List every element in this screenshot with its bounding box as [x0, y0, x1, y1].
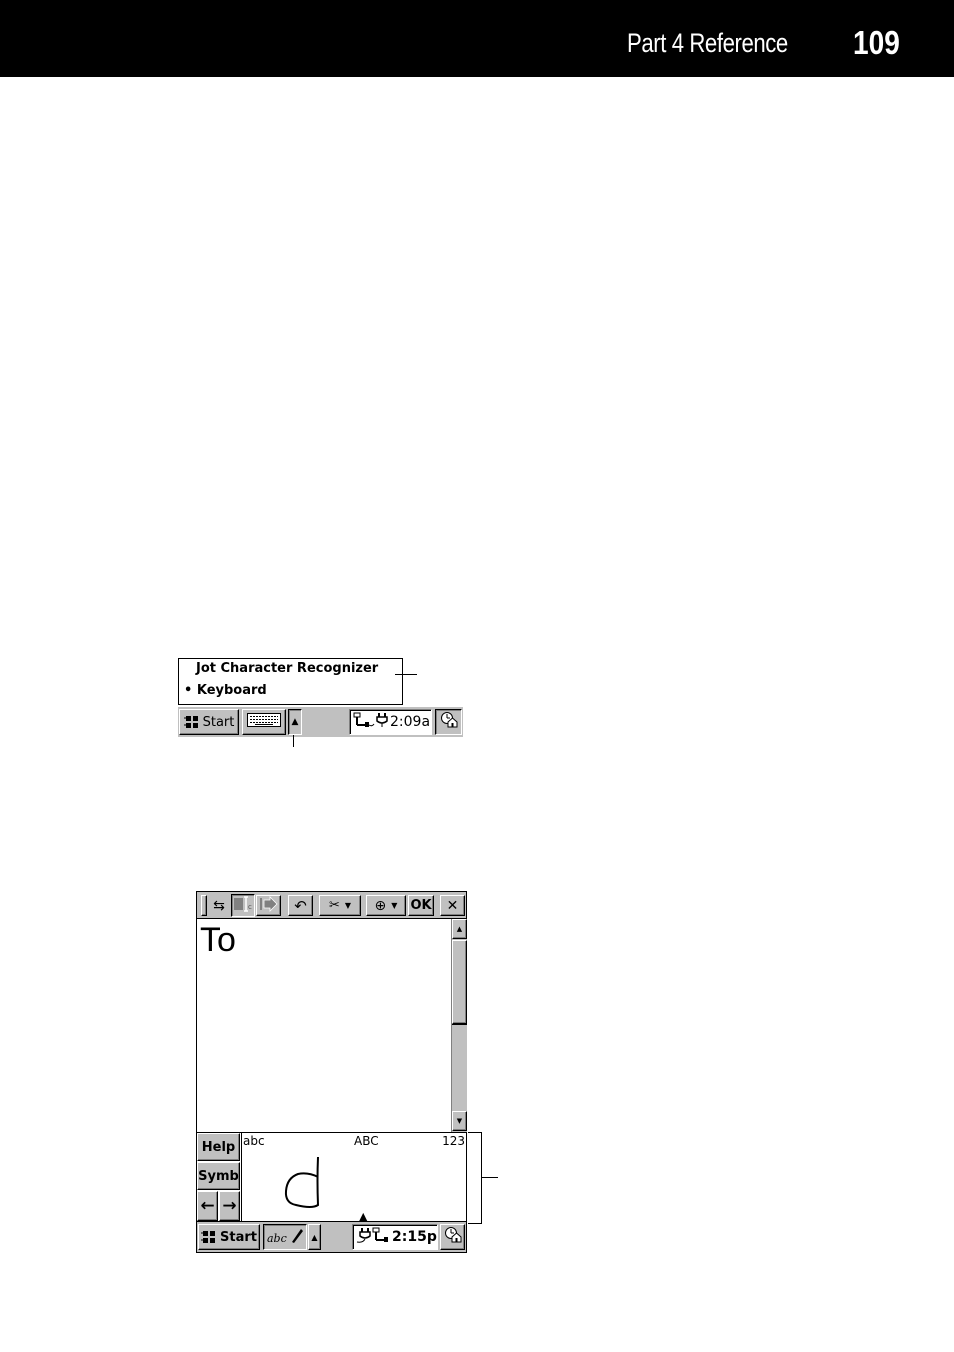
input-method-menu: Jot Character Recognizer • Keyboard: [178, 658, 403, 705]
show-desktop-icon: [440, 711, 458, 733]
page-header: Part 4 Reference 109: [0, 0, 954, 77]
ok-button[interactable]: OK: [408, 895, 434, 916]
start-label: Start: [202, 714, 235, 730]
power-plug-icon[interactable]: [356, 1227, 372, 1247]
dropdown-arrow-icon: ▼: [344, 901, 352, 910]
start-button[interactable]: Start: [179, 709, 239, 735]
clock[interactable]: 2:09a: [390, 714, 430, 730]
menu-item-label: Jot Character Recognizer: [196, 661, 379, 676]
callout-line: [482, 1177, 498, 1178]
callout-line: [395, 674, 417, 675]
taskbar: Start ▲ 2:09a: [178, 707, 463, 737]
show-desktop-button[interactable]: [435, 709, 462, 735]
input-panel-button[interactable]: [242, 709, 286, 735]
help-button[interactable]: Help: [197, 1133, 240, 1161]
cut-paste-icon: ✂: [328, 898, 340, 913]
cursor-left-button[interactable]: ←: [197, 1191, 218, 1221]
svg-text:abc: abc: [267, 1232, 287, 1244]
right-arrow-icon: →: [222, 1196, 237, 1216]
input-menu-arrow-button[interactable]: ▲: [308, 1224, 321, 1250]
scroll-track-divider: [452, 1024, 467, 1025]
bracket-side: [481, 1132, 482, 1224]
cursor-right-button[interactable]: →: [219, 1191, 240, 1221]
input-menu-arrow-button[interactable]: ▲: [288, 709, 302, 735]
ink-stroke-d: [284, 1156, 320, 1208]
symbols-button[interactable]: Symb: [197, 1162, 240, 1190]
writing-area[interactable]: abc ABC 123 ▲: [241, 1133, 466, 1223]
start-button[interactable]: Start: [198, 1224, 260, 1250]
windows-flag-icon: [201, 1230, 217, 1244]
next-button[interactable]: [256, 895, 281, 916]
symb-label: Symb: [198, 1168, 239, 1184]
ok-label: OK: [410, 898, 432, 913]
help-label: Help: [201, 1139, 236, 1155]
undo-icon: ↶: [294, 896, 307, 915]
start-label: Start: [220, 1229, 257, 1245]
menu-item-jot[interactable]: Jot Character Recognizer: [196, 661, 378, 676]
up-arrow-icon: ▲: [311, 1232, 318, 1242]
insert-space-icon: c: [233, 895, 253, 917]
bracket-top: [468, 1132, 482, 1133]
left-arrow-icon: ←: [200, 1196, 215, 1216]
document-text: To: [200, 921, 236, 959]
command-bar: ⇆ c ↶ ✂ ▼ ⊕ ▼ OK ✕: [196, 891, 467, 919]
up-arrow-icon: ▲: [291, 717, 299, 727]
menu-item-keyboard[interactable]: • Keyboard: [184, 683, 267, 698]
zone-label-uppercase: ABC: [354, 1134, 379, 1148]
zone-label-numeric: 123: [442, 1134, 465, 1148]
svg-text:c: c: [248, 903, 252, 911]
vertical-scrollbar[interactable]: ▲ ▼: [451, 919, 467, 1132]
insert-space-button[interactable]: c: [231, 894, 255, 917]
menu-item-label: Keyboard: [196, 683, 267, 698]
selected-bullet: •: [184, 683, 193, 698]
network-icon[interactable]: [372, 1227, 390, 1247]
toolbar-grip-icon[interactable]: [201, 895, 207, 916]
callout-line: [293, 735, 294, 747]
dropdown-arrow-icon: ▼: [391, 901, 398, 910]
bracket-bottom: [468, 1223, 482, 1224]
document-area[interactable]: To: [197, 919, 451, 1132]
close-icon: ✕: [446, 897, 459, 914]
zone-label-lowercase: abc: [243, 1134, 265, 1148]
swap-arrows-icon: ⇆: [213, 897, 225, 914]
up-arrow-icon: ▲: [456, 925, 463, 933]
scroll-up-button[interactable]: ▲: [452, 919, 467, 939]
down-arrow-icon: ▼: [456, 1117, 463, 1125]
taskbar: Start abc ▲ 2:15p: [197, 1222, 466, 1252]
handwriting-pen-icon: abc: [266, 1226, 304, 1248]
swap-button[interactable]: ⇆: [209, 895, 229, 916]
network-icon[interactable]: [353, 712, 375, 732]
zoom-icon: ⊕: [374, 897, 387, 914]
scroll-down-button[interactable]: ▼: [452, 1111, 467, 1131]
page-number: 109: [853, 24, 900, 61]
show-desktop-button[interactable]: [440, 1224, 465, 1250]
power-plug-icon[interactable]: [375, 712, 389, 732]
input-panel-button[interactable]: abc: [263, 1224, 307, 1250]
windows-flag-icon: [183, 715, 200, 729]
recognizer-side-buttons: Help Symb ← →: [197, 1133, 241, 1221]
forward-arrow-icon: [259, 895, 279, 916]
system-tray: 2:15p: [352, 1224, 438, 1250]
section-title: Part 4 Reference: [627, 28, 788, 58]
undo-button[interactable]: ↶: [288, 895, 313, 916]
scroll-thumb[interactable]: [452, 940, 467, 1024]
keyboard-icon: [247, 713, 281, 731]
zoom-menu-button[interactable]: ⊕ ▼: [366, 895, 406, 916]
show-desktop-icon: [444, 1226, 462, 1248]
close-button[interactable]: ✕: [440, 895, 465, 916]
system-tray: 2:09a: [349, 709, 432, 735]
clock[interactable]: 2:15p: [392, 1229, 437, 1245]
edit-menu-button[interactable]: ✂ ▼: [319, 895, 361, 916]
